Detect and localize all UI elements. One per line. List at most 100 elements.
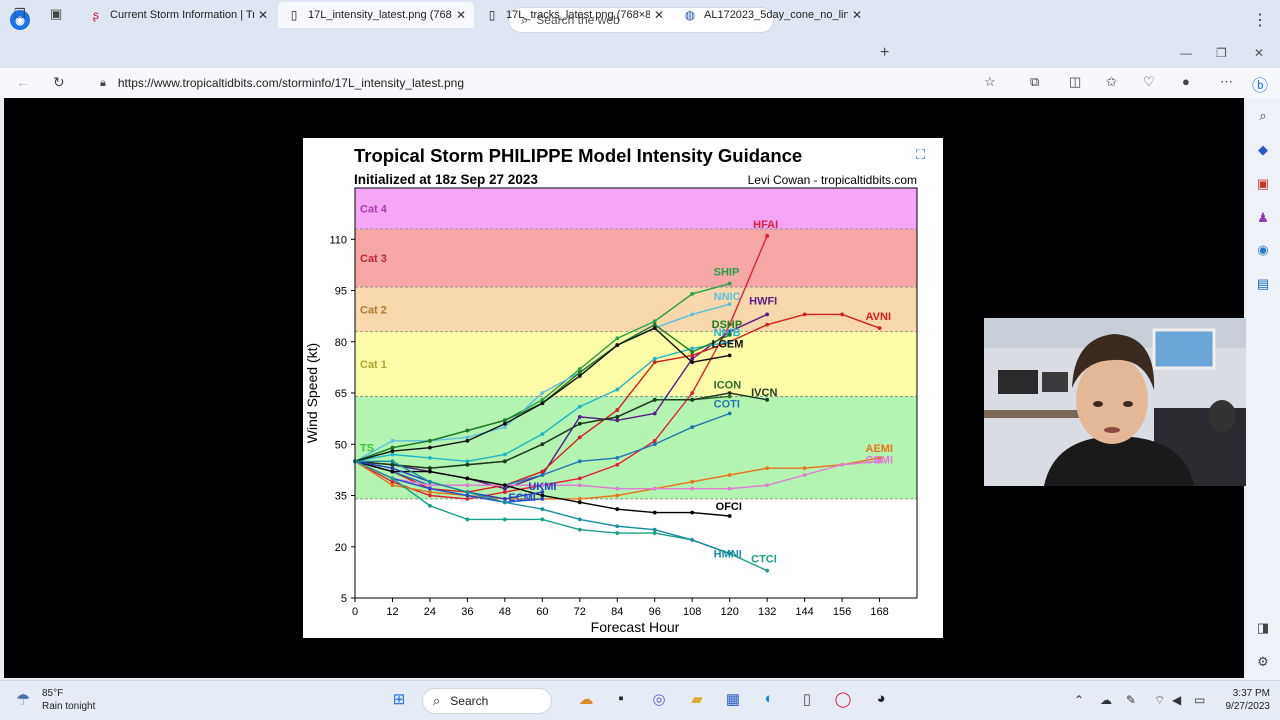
data-point [465, 497, 470, 501]
store-icon[interactable]: ▦ [722, 690, 744, 712]
weather-condition[interactable]: Rain tonight [42, 701, 95, 712]
intensity-chart: TS Cat 1 Cat 2 Cat 3 Cat 4 HFAI SHIP NNIC HWFI A… [304, 145, 918, 635]
file-explorer-icon[interactable]: ▰ [686, 690, 708, 712]
address-bar[interactable]: 🔒︎ https://www.tropicaltidbits.com/storm… [86, 72, 1010, 94]
taskbar-search[interactable]: ⌕ Search [422, 688, 552, 714]
office-icon[interactable]: ◉ [1254, 242, 1272, 260]
extensions-icon[interactable]: ⧉ [1030, 74, 1039, 90]
new-tab-button[interactable]: + [880, 44, 889, 62]
data-point [652, 319, 657, 324]
data-point [615, 336, 620, 341]
tab-title: 17L_tracks_latest.png (768×801) [506, 9, 650, 21]
tab-tracks[interactable]: ▯ 17L_tracks_latest.png (768×801) ✕ [476, 2, 672, 28]
data-point [615, 462, 620, 467]
data-point [577, 517, 582, 522]
close-tab-icon[interactable]: ✕ [254, 8, 272, 22]
y-tick-label: 110 [329, 234, 347, 246]
workspaces-icon[interactable]: ❒ [14, 6, 26, 22]
close-window-icon[interactable]: ✕ [1254, 46, 1264, 60]
start-windows-icon[interactable]: ⊞ [388, 690, 410, 712]
pen-icon[interactable]: ✎ [1126, 693, 1136, 707]
outlook-icon[interactable]: ▤ [1254, 276, 1272, 294]
close-tab-icon[interactable]: ✕ [848, 8, 866, 22]
data-point [577, 483, 582, 488]
data-point [502, 517, 507, 522]
sidebar-settings-icon[interactable]: ⚙ [1254, 654, 1272, 672]
favorites-icon[interactable]: ✩ [1106, 74, 1117, 90]
x-tick-label: 72 [574, 606, 586, 618]
data-point [502, 497, 507, 501]
copilot-icon[interactable]: ⓑ [1252, 72, 1268, 96]
wifi-icon[interactable]: ⌔ [1154, 693, 1165, 708]
data-point [428, 483, 432, 488]
data-point [502, 452, 507, 457]
data-point [577, 459, 582, 464]
zoom-image-icon[interactable]: ⛶ [916, 147, 934, 163]
data-point [727, 391, 732, 395]
data-point [690, 486, 695, 491]
data-point [802, 312, 807, 317]
more-options-icon[interactable]: ⋮ [1252, 10, 1268, 30]
tray-expand-icon[interactable]: ⌃ [1074, 693, 1084, 707]
y-tick-label: 35 [335, 491, 347, 503]
split-screen-icon[interactable]: ◫ [1069, 74, 1081, 90]
onedrive-icon[interactable]: ☁ [1100, 693, 1112, 707]
series-label: AEMI [866, 443, 894, 455]
data-point [690, 346, 695, 351]
band-cat-2 [355, 287, 917, 332]
tab-intensity[interactable]: ▯ 17L_intensity_latest.png (768×60 ✕ [278, 2, 474, 28]
data-point [428, 493, 432, 498]
data-point [465, 462, 470, 467]
data-point [502, 421, 507, 426]
series-label: ICON [714, 379, 742, 391]
tab-storm-info[interactable]: ʂ Current Storm Information | Trop ✕ [80, 2, 276, 28]
data-point [502, 490, 507, 494]
close-tab-icon[interactable]: ✕ [452, 8, 470, 22]
data-point [615, 524, 620, 529]
battery-icon[interactable]: ▭ [1194, 693, 1205, 707]
y-tick-label: 80 [335, 337, 347, 349]
refresh-icon[interactable]: ↻ [53, 74, 65, 91]
data-point [502, 459, 507, 464]
opera-icon[interactable]: ◯ [832, 690, 854, 712]
series-label: HFAI [753, 219, 778, 231]
weather-rain-icon[interactable]: ☂ [16, 690, 30, 710]
data-point [652, 486, 657, 491]
app-icon[interactable]: ◕ [870, 690, 892, 712]
volume-icon[interactable]: ◀ [1172, 693, 1181, 707]
favorite-star-icon[interactable]: ☆ [984, 74, 996, 90]
x-tick-label: 60 [536, 606, 548, 618]
task-view-icon[interactable]: ▪ [610, 690, 632, 712]
search-icon[interactable]: ⌕ [1254, 108, 1272, 126]
intensity-chart-image: TS Cat 1 Cat 2 Cat 3 Cat 4 HFAI SHIP NNIC HWFI A… [303, 138, 943, 638]
data-point [577, 415, 582, 419]
chat-icon[interactable]: ◎ [648, 690, 670, 712]
weather-temp[interactable]: 85°F [42, 688, 63, 699]
tab-actions-icon[interactable]: ▣ [50, 6, 62, 22]
edge-icon[interactable]: ◐ [758, 690, 780, 712]
shopping-icon[interactable]: ◆ [1254, 142, 1272, 160]
data-point [390, 466, 395, 471]
data-point [727, 514, 732, 518]
minimize-icon[interactable]: — [1180, 46, 1192, 60]
close-tab-icon[interactable]: ✕ [650, 8, 668, 22]
restore-icon[interactable]: ❐ [1216, 46, 1227, 60]
browser-essentials-icon[interactable]: ♡ [1143, 74, 1155, 90]
taskbar-clock[interactable]: 3:37 PM 9/27/2023 [1218, 687, 1271, 713]
data-point [690, 391, 695, 395]
games-icon[interactable]: ♟ [1254, 210, 1272, 228]
document-icon: ▯ [290, 8, 298, 22]
profile-icon[interactable]: ● [1182, 74, 1190, 89]
x-tick-label: 84 [611, 606, 623, 618]
settings-more-icon[interactable]: ⋯ [1220, 74, 1233, 90]
widgets-icon[interactable]: ☁ [568, 690, 604, 712]
tools-icon[interactable]: ▣ [1254, 176, 1272, 194]
data-point [428, 479, 432, 484]
sidebar-layout-icon[interactable]: ◨ [1254, 620, 1272, 638]
document-icon: ▯ [488, 8, 496, 22]
y-tick-label: 65 [335, 388, 347, 400]
back-icon[interactable]: ← [16, 74, 30, 90]
tab-cone[interactable]: ◍ AL172023_5day_cone_no_line_an ✕ [674, 2, 870, 28]
document-app-icon[interactable]: ▯ [796, 690, 818, 712]
data-point [502, 425, 507, 430]
